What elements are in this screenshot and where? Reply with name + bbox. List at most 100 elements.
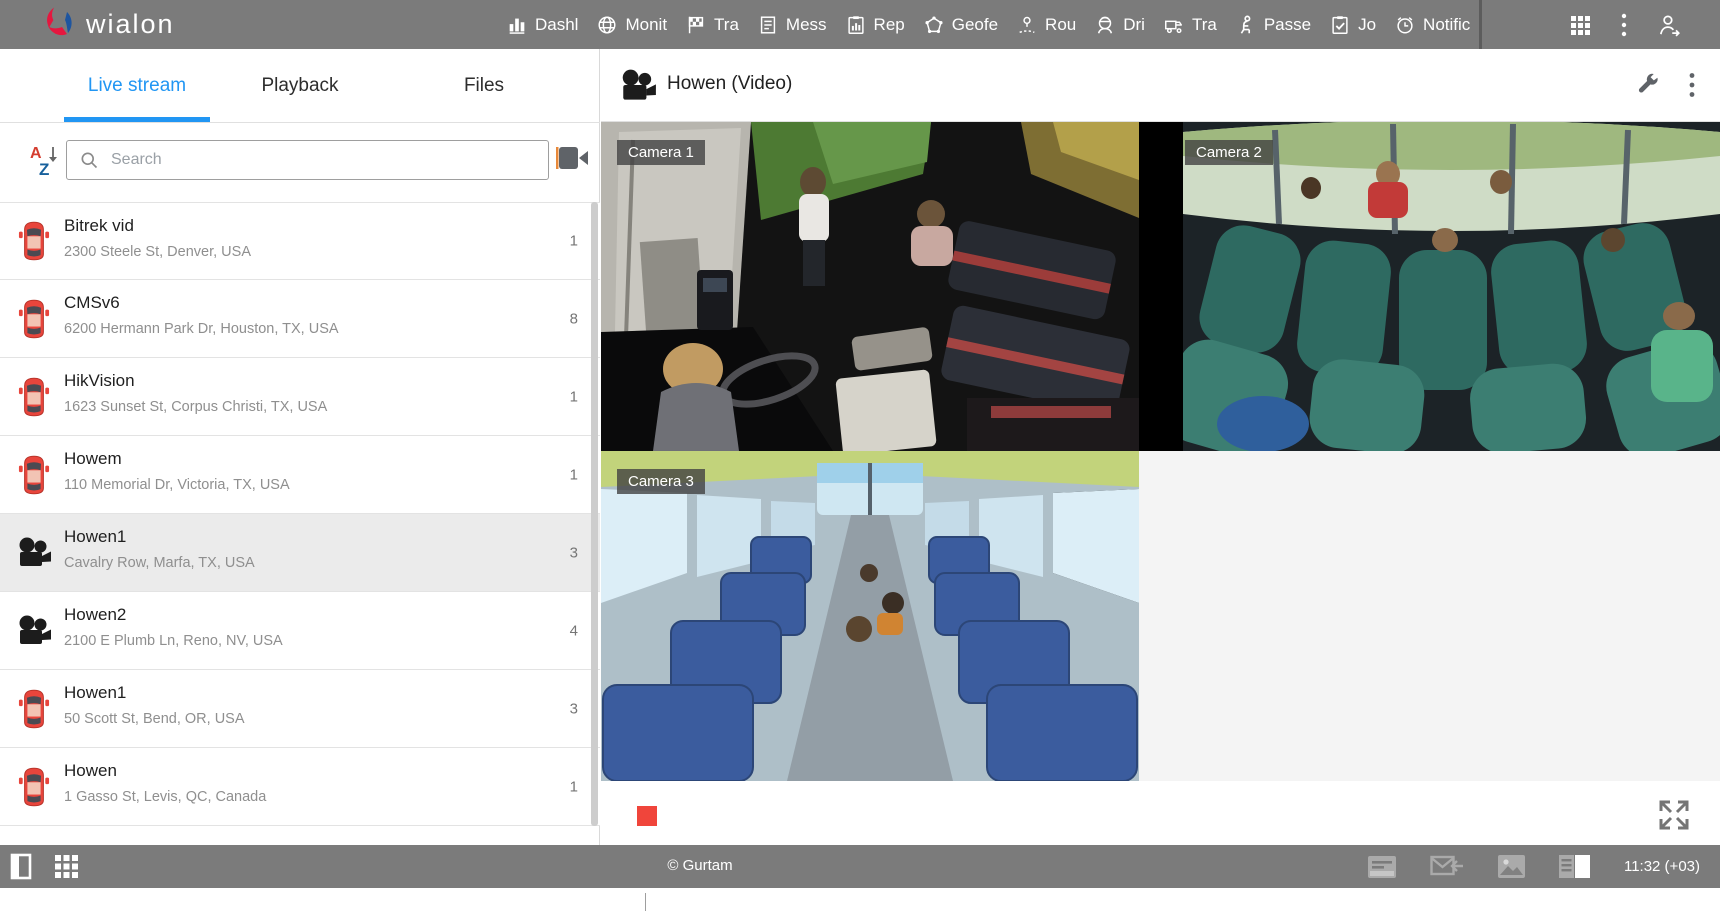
nav-item-video[interactable]: Vid — [1479, 0, 1482, 49]
bottom-divider-tick — [645, 893, 646, 911]
dashboard-icon — [506, 14, 528, 36]
jobs-icon — [1329, 14, 1351, 36]
video-panel-header: Howen (Video) — [601, 49, 1720, 122]
navbar-right-cluster — [1568, 0, 1720, 49]
search-input[interactable] — [109, 150, 513, 170]
list-scrollbar[interactable] — [591, 202, 598, 826]
nav-item-reports[interactable]: Rep — [836, 0, 914, 49]
nav-item-passengers[interactable]: Passe — [1226, 0, 1320, 49]
nav-item-jobs[interactable]: Jo — [1320, 0, 1385, 49]
settings-wrench-icon[interactable] — [1634, 71, 1660, 97]
car-icon — [12, 684, 56, 734]
kebab-menu-icon[interactable] — [1620, 12, 1628, 38]
camera-3-scene — [601, 451, 1139, 781]
reports-icon — [845, 14, 867, 36]
wialon-logo-text: wialon — [86, 9, 175, 40]
camera-1-feed[interactable]: Camera 1 — [601, 122, 1139, 451]
top-navbar: wialon Dashl Monit Tra Mess Rep Geofe — [0, 0, 1720, 49]
video-grid: Camera 1 — [601, 122, 1720, 781]
account-logout-icon[interactable] — [1656, 12, 1682, 38]
apps-grid-icon[interactable] — [1568, 13, 1592, 37]
nav-item-tracks[interactable]: Tra — [676, 0, 748, 49]
video-panel-title: Howen (Video) — [667, 73, 792, 95]
movie-camera-icon — [12, 528, 56, 578]
camera-count: 3 — [570, 544, 578, 561]
stop-stream-button[interactable] — [637, 806, 657, 826]
tab-playback[interactable]: Playback — [250, 49, 350, 123]
car-icon — [12, 294, 56, 344]
nav-item-geofences[interactable]: Geofe — [914, 0, 1007, 49]
camera-2-feed[interactable]: Camera 2 — [1183, 122, 1720, 451]
video-panel: Howen (Video) — [601, 49, 1720, 845]
unit-row-cmsv6[interactable]: CMSv6 6200 Hermann Park Dr, Houston, TX,… — [0, 280, 600, 358]
camera-count: 3 — [570, 700, 578, 717]
unit-row-hikvision[interactable]: HikVision 1623 Sunset St, Corpus Christi… — [0, 358, 600, 436]
copyright-text: © Gurtam — [0, 857, 1400, 874]
nav-item-trailers[interactable]: Tra — [1154, 0, 1226, 49]
unit-row-howem[interactable]: Howem 110 Memorial Dr, Victoria, TX, USA… — [0, 436, 600, 514]
stream-tabs: Live stream Playback Files — [0, 49, 600, 123]
below-bar-strip — [0, 888, 1720, 911]
search-box — [66, 140, 549, 180]
unit-list: Bitrek vid 2300 Steele St, Denver, USA 1… — [0, 202, 600, 845]
unit-row-howen1-selected[interactable]: Howen1 Cavalry Row, Marfa, TX, USA 3 — [0, 514, 600, 592]
mail-arrow-icon[interactable] — [1430, 855, 1464, 879]
geofences-icon — [923, 14, 945, 36]
camera-3-feed[interactable]: Camera 3 — [601, 451, 1139, 781]
video-grid-bottom-row: Camera 3 — [601, 451, 1720, 781]
nav-item-messages[interactable]: Mess — [748, 0, 836, 49]
bottom-status-bar: © Gurtam 11:32 (+03) — [0, 845, 1720, 888]
search-icon — [79, 150, 99, 170]
car-icon — [12, 216, 56, 266]
notes-icon[interactable] — [1368, 856, 1396, 878]
passengers-icon — [1235, 14, 1257, 36]
wialon-logo-icon — [40, 4, 76, 45]
tab-live-stream[interactable]: Live stream — [64, 49, 210, 123]
search-row: A Z — [0, 123, 600, 203]
car-icon — [12, 762, 56, 812]
unit-row-howen[interactable]: Howen 1 Gasso St, Levis, QC, Canada 1 — [0, 748, 600, 826]
camera-filter-icon[interactable] — [554, 144, 590, 172]
main-nav-menu: Dashl Monit Tra Mess Rep Geofe Rou Dri — [497, 0, 1482, 49]
wialon-logo[interactable]: wialon — [40, 0, 175, 49]
tab-files[interactable]: Files — [448, 49, 520, 123]
nav-item-monitoring[interactable]: Monit — [587, 0, 676, 49]
camera-count: 1 — [570, 466, 578, 483]
camera-count: 8 — [570, 310, 578, 327]
alarm-clock-icon — [1394, 14, 1416, 36]
camera-3-label: Camera 3 — [617, 469, 705, 494]
clock-time: 11:32 (+03) — [1624, 858, 1700, 875]
camera-1-scene — [601, 122, 1139, 451]
trailers-icon — [1163, 14, 1185, 36]
video-controls-bar — [601, 781, 1720, 845]
car-icon — [12, 372, 56, 422]
unit-row-howen2[interactable]: Howen2 2100 E Plumb Ln, Reno, NV, USA 4 — [0, 592, 600, 670]
unit-row-howen1[interactable]: Howen1 50 Scott St, Bend, OR, USA 3 — [0, 670, 600, 748]
video-kebab-menu-icon[interactable] — [1688, 71, 1696, 99]
camera-2-scene — [1183, 122, 1720, 451]
flag-icon — [685, 14, 707, 36]
bottom-right-cluster: 11:32 (+03) — [1368, 845, 1700, 888]
nav-item-notifications[interactable]: Notific — [1385, 0, 1479, 49]
camera-2-label: Camera 2 — [1185, 140, 1273, 165]
active-tab-underline — [64, 117, 210, 122]
unit-row-bitrek-vid[interactable]: Bitrek vid 2300 Steele St, Denver, USA 1 — [0, 202, 600, 280]
fullscreen-icon[interactable] — [1655, 796, 1693, 834]
nav-item-dashboards[interactable]: Dashl — [497, 0, 587, 49]
sort-az-icon[interactable]: A Z — [30, 145, 62, 183]
split-view-icon[interactable] — [1559, 855, 1590, 878]
camera-count: 4 — [570, 622, 578, 639]
image-icon[interactable] — [1498, 855, 1525, 878]
sort-arrow-icon — [48, 147, 58, 163]
camera-count: 1 — [570, 778, 578, 795]
movie-camera-icon — [12, 606, 56, 656]
nav-item-routes[interactable]: Rou — [1007, 0, 1085, 49]
units-side-panel: Live stream Playback Files A Z Bitrek vi… — [0, 49, 600, 845]
video-grid-top-row: Camera 1 — [601, 122, 1720, 451]
routes-icon — [1016, 14, 1038, 36]
messages-icon — [757, 14, 779, 36]
drivers-icon — [1094, 14, 1116, 36]
camera-count: 1 — [570, 388, 578, 405]
camera-count: 1 — [570, 233, 578, 250]
nav-item-drivers[interactable]: Dri — [1085, 0, 1154, 49]
